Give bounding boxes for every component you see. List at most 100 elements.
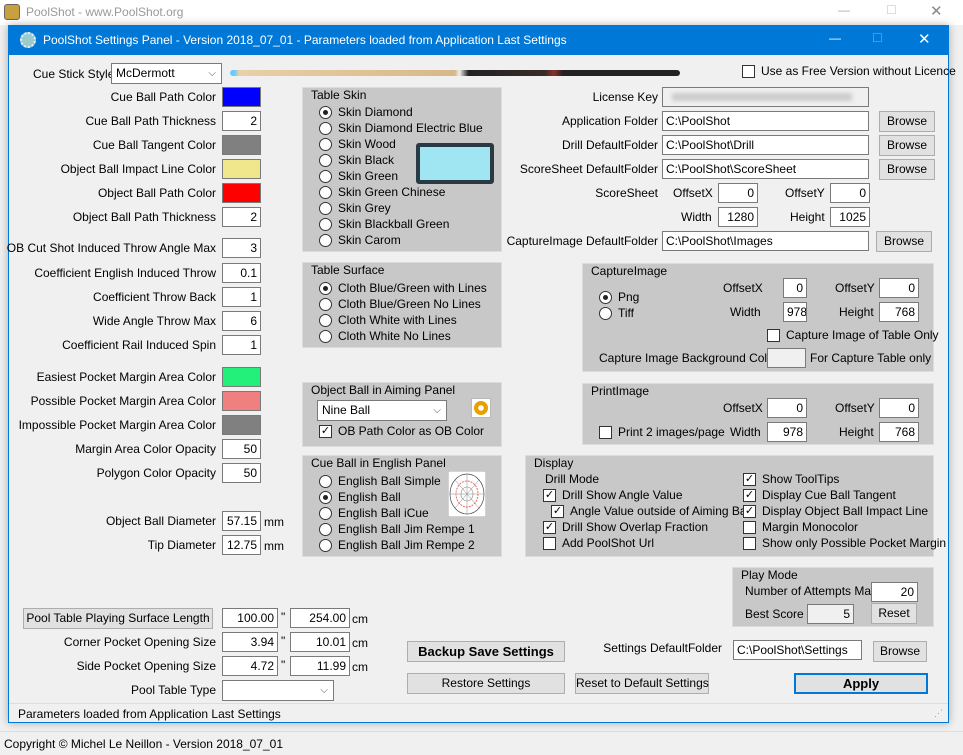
- radio[interactable]: [319, 122, 332, 135]
- checkbox[interactable]: ✓: [743, 489, 756, 502]
- radio[interactable]: [319, 539, 332, 552]
- polygon-opacity-input[interactable]: 50: [222, 463, 261, 483]
- checkbox[interactable]: [767, 329, 780, 342]
- ob-path-thickness-input[interactable]: 2: [222, 207, 261, 227]
- checkbox[interactable]: ✓: [743, 473, 756, 486]
- show-tooltips-checkbox[interactable]: ✓ Show ToolTips: [743, 471, 839, 487]
- capture-bg-color-swatch[interactable]: [767, 348, 806, 368]
- corner-inch-input[interactable]: 3.94: [222, 632, 278, 652]
- radio[interactable]: [319, 330, 332, 343]
- drill-show-angle-checkbox[interactable]: ✓ Drill Show Angle Value: [543, 487, 683, 503]
- png-radio[interactable]: Png: [599, 289, 639, 305]
- drill-overlap-checkbox[interactable]: ✓ Drill Show Overlap Fraction: [543, 519, 708, 535]
- cue-ball-tangent-color-swatch[interactable]: [222, 135, 261, 155]
- radio[interactable]: [319, 218, 332, 231]
- english-option[interactable]: English Ball Jim Rempe 2: [319, 537, 475, 553]
- print-offsety-input[interactable]: 0: [879, 398, 919, 418]
- dialog-close-button[interactable]: ✕: [918, 30, 931, 48]
- radio[interactable]: [319, 298, 332, 311]
- reset-default-settings-button[interactable]: Reset to Default Settings: [575, 673, 709, 694]
- scoresheet-folder-browse-button[interactable]: Browse: [879, 159, 935, 180]
- english-option[interactable]: English Ball iCue: [319, 505, 429, 521]
- ob-path-color-checkbox[interactable]: ✓ OB Path Color as OB Color: [319, 423, 484, 439]
- coef-throw-back-input[interactable]: 1: [222, 287, 261, 307]
- checkbox[interactable]: [599, 426, 612, 439]
- scoresheet-height-input[interactable]: 1025: [830, 207, 870, 227]
- radio[interactable]: [319, 314, 332, 327]
- surface-option[interactable]: Cloth White No Lines: [319, 328, 451, 344]
- easiest-margin-color-swatch[interactable]: [222, 367, 261, 387]
- skin-option[interactable]: Skin Green: [319, 168, 398, 184]
- print-height-input[interactable]: 768: [879, 422, 919, 442]
- settings-folder-input[interactable]: C:\PoolShot\Settings: [733, 640, 862, 660]
- angle-outside-checkbox[interactable]: ✓ Angle Value outside of Aiming Ball: [551, 503, 752, 519]
- scoresheet-offsetx-input[interactable]: 0: [718, 183, 758, 203]
- radio[interactable]: [319, 523, 332, 536]
- english-option[interactable]: English Ball: [319, 489, 401, 505]
- object-ball-select[interactable]: Nine Ball ⌵: [317, 400, 447, 421]
- drill-folder-input[interactable]: C:\PoolShot\Drill: [662, 135, 869, 155]
- english-option[interactable]: English Ball Jim Rempe 1: [319, 521, 475, 537]
- radio[interactable]: [319, 154, 332, 167]
- radio[interactable]: [319, 186, 332, 199]
- dialog-minimize-button[interactable]: —: [829, 31, 841, 45]
- capture-folder-input[interactable]: C:\PoolShot\Images: [662, 231, 869, 251]
- checkbox[interactable]: [742, 65, 755, 78]
- skin-option[interactable]: Skin Black: [319, 152, 394, 168]
- checkbox[interactable]: ✓: [743, 505, 756, 518]
- cue-ball-path-color-swatch[interactable]: [222, 87, 261, 107]
- print-width-input[interactable]: 978: [767, 422, 807, 442]
- reset-best-score-button[interactable]: Reset: [871, 603, 917, 624]
- print-two-images-checkbox[interactable]: Print 2 images/page: [599, 424, 725, 440]
- outer-close-button[interactable]: ✕: [930, 2, 943, 20]
- impossible-margin-color-swatch[interactable]: [222, 415, 261, 435]
- app-folder-input[interactable]: C:\PoolShot: [662, 111, 869, 131]
- scoresheet-offsety-input[interactable]: 0: [830, 183, 870, 203]
- radio[interactable]: [319, 138, 332, 151]
- coef-rail-spin-input[interactable]: 1: [222, 335, 261, 355]
- checkbox[interactable]: ✓: [543, 489, 556, 502]
- restore-settings-button[interactable]: Restore Settings: [407, 673, 565, 694]
- scoresheet-width-input[interactable]: 1280: [718, 207, 758, 227]
- drill-folder-browse-button[interactable]: Browse: [879, 135, 935, 156]
- print-offsetx-input[interactable]: 0: [767, 398, 807, 418]
- pool-table-type-select[interactable]: ⌵: [222, 680, 334, 701]
- settings-folder-browse-button[interactable]: Browse: [873, 641, 927, 662]
- skin-option[interactable]: Skin Wood: [319, 136, 396, 152]
- outer-minimize-button[interactable]: —: [838, 3, 850, 17]
- add-url-checkbox[interactable]: Add PoolShot Url: [543, 535, 654, 551]
- wide-angle-throw-input[interactable]: 6: [222, 311, 261, 331]
- radio[interactable]: [319, 106, 332, 119]
- radio[interactable]: [319, 202, 332, 215]
- apply-button[interactable]: Apply: [794, 673, 928, 694]
- checkbox[interactable]: ✓: [551, 505, 564, 518]
- throw-angle-max-input[interactable]: 3: [222, 238, 261, 258]
- capture-offsety-input[interactable]: 0: [879, 278, 919, 298]
- display-cue-tangent-checkbox[interactable]: ✓ Display Cue Ball Tangent: [743, 487, 896, 503]
- dialog-maximize-button[interactable]: ☐: [872, 31, 883, 45]
- outer-maximize-button[interactable]: ☐: [886, 3, 897, 17]
- possible-margin-color-swatch[interactable]: [222, 391, 261, 411]
- side-cm-input[interactable]: 11.99: [290, 656, 350, 676]
- app-folder-browse-button[interactable]: Browse: [879, 111, 935, 132]
- resize-grip-icon[interactable]: ⋰: [934, 708, 943, 719]
- length-cm-input[interactable]: 254.00: [290, 608, 350, 628]
- surface-option[interactable]: Cloth White with Lines: [319, 312, 457, 328]
- radio[interactable]: [319, 282, 332, 295]
- radio[interactable]: [319, 234, 332, 247]
- tip-diameter-input[interactable]: 12.75: [222, 535, 261, 555]
- checkbox[interactable]: [743, 521, 756, 534]
- attempts-max-input[interactable]: 20: [871, 582, 918, 602]
- radio[interactable]: [319, 507, 332, 520]
- possible-margin-only-checkbox[interactable]: Show only Possible Pocket Margin: [743, 535, 946, 551]
- capture-offsetx-input[interactable]: 0: [783, 278, 807, 298]
- tiff-radio[interactable]: Tiff: [599, 305, 634, 321]
- cue-stick-style-select[interactable]: McDermott ⌵: [111, 63, 222, 84]
- corner-cm-input[interactable]: 10.01: [290, 632, 350, 652]
- length-inch-input[interactable]: 100.00: [222, 608, 278, 628]
- radio[interactable]: [319, 170, 332, 183]
- checkbox[interactable]: ✓: [319, 425, 332, 438]
- capture-height-input[interactable]: 768: [879, 302, 919, 322]
- english-option[interactable]: English Ball Simple: [319, 473, 441, 489]
- side-inch-input[interactable]: 4.72: [222, 656, 278, 676]
